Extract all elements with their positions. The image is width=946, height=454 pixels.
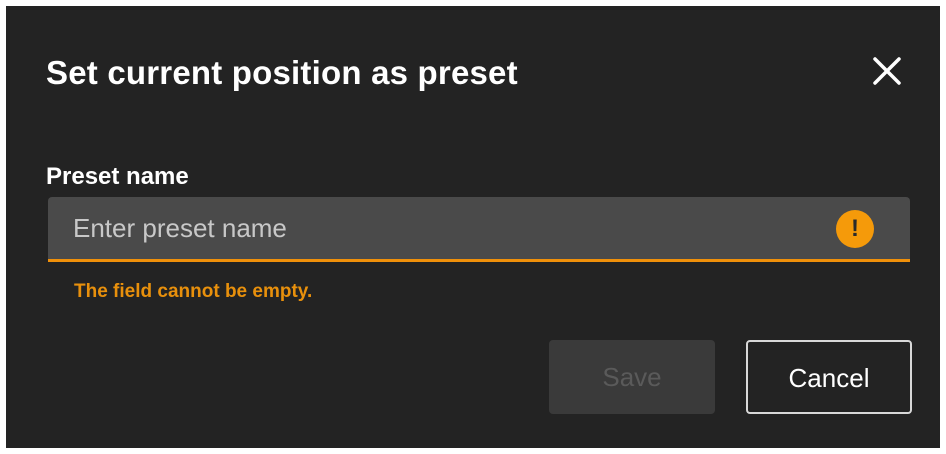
cancel-button[interactable]: Cancel [746,340,912,414]
close-button[interactable] [868,52,906,90]
preset-name-field: ! [48,197,910,262]
error-message: The field cannot be empty. [74,281,313,302]
preset-name-label: Preset name [46,163,189,190]
exclamation-icon: ! [836,210,874,248]
save-button[interactable]: Save [549,340,715,414]
dialog-title: Set current position as preset [46,54,518,91]
preset-name-input[interactable] [48,197,828,259]
close-icon [873,57,901,85]
preset-dialog: Set current position as preset Preset na… [6,6,940,448]
